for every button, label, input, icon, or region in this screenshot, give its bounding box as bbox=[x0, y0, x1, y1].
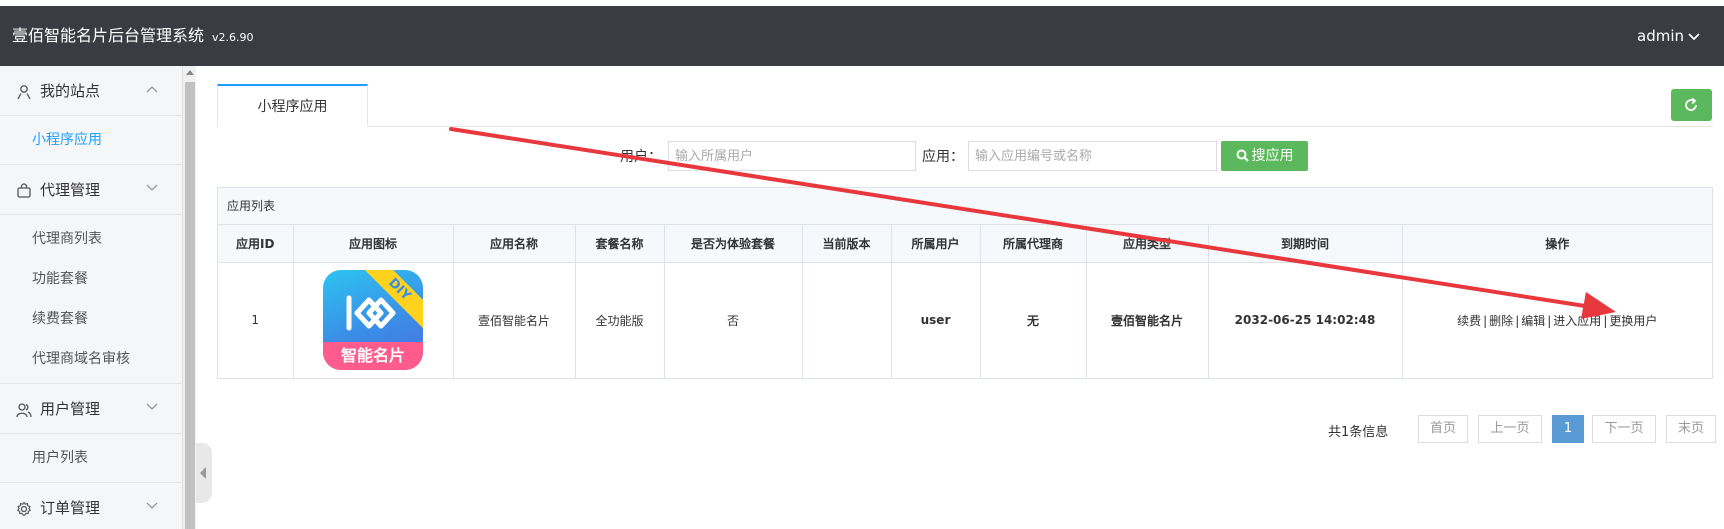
sidebar-item-agent-list[interactable]: 代理商列表 bbox=[0, 219, 182, 259]
search-icon bbox=[1236, 149, 1249, 162]
gear-icon bbox=[16, 501, 32, 516]
col-header: 所属代理商 bbox=[980, 225, 1087, 263]
app-logo-image: DIY 智能名片 bbox=[323, 270, 423, 371]
table-row: 1 DIY 智能名片 壹佰智能名片 全功能版 否 user 无 壹佰智能名片 2… bbox=[218, 262, 1712, 378]
chevron-down-icon bbox=[1688, 32, 1700, 40]
users-icon bbox=[16, 402, 32, 417]
delete-link[interactable]: 删除 bbox=[1489, 314, 1513, 328]
col-header: 应用名称 bbox=[453, 225, 576, 263]
username: admin bbox=[1637, 27, 1684, 45]
first-page-button[interactable]: 首页 bbox=[1418, 415, 1468, 443]
sidebar-scrollbar[interactable] bbox=[182, 66, 196, 529]
sidebar-group-user[interactable]: 用户管理 bbox=[0, 384, 182, 434]
sidebar-group-label: 用户管理 bbox=[40, 400, 101, 418]
col-header: 操作 bbox=[1402, 225, 1712, 263]
sidebar-sub-my-site: 小程序应用 bbox=[0, 116, 182, 165]
current-page-button[interactable]: 1 bbox=[1552, 415, 1584, 443]
cell-version bbox=[802, 262, 892, 378]
col-header: 所属用户 bbox=[891, 225, 981, 263]
refresh-button[interactable] bbox=[1671, 89, 1712, 121]
sidebar-group-label: 订单管理 bbox=[40, 499, 101, 517]
cell-app-type: 壹佰智能名片 bbox=[1086, 262, 1209, 378]
bag-icon bbox=[17, 182, 31, 198]
brand: 壹佰智能名片后台管理系统 v2.6.90 bbox=[12, 6, 254, 66]
sidebar-item-feature-package[interactable]: 功能套餐 bbox=[0, 259, 182, 299]
enter-app-link[interactable]: 进入应用 bbox=[1553, 314, 1601, 328]
cell-package: 全功能版 bbox=[575, 262, 665, 378]
sidebar-item-domain-review[interactable]: 代理商域名审核 bbox=[0, 339, 182, 379]
sidebar-sub-agent: 代理商列表 功能套餐 续费套餐 代理商域名审核 bbox=[0, 215, 182, 384]
col-header: 套餐名称 bbox=[575, 225, 665, 263]
tab-bar: 小程序应用 bbox=[217, 84, 1713, 127]
chevron-down-icon bbox=[146, 403, 158, 410]
search-button-label: 搜应用 bbox=[1251, 148, 1294, 164]
chevron-up-icon bbox=[146, 86, 158, 93]
chevron-down-icon bbox=[146, 502, 158, 509]
col-header: 应用ID bbox=[218, 225, 294, 263]
sidebar-group-my-site[interactable]: 我的站点 bbox=[0, 66, 182, 116]
col-header: 当前版本 bbox=[802, 225, 892, 263]
col-header: 到期时间 bbox=[1208, 225, 1403, 263]
cell-trial: 否 bbox=[664, 262, 803, 378]
app-list-panel: 应用列表 应用ID 应用图标 应用名称 套餐名称 是否为体验套餐 当前版本 所属… bbox=[217, 187, 1713, 379]
user-search-input[interactable] bbox=[668, 141, 916, 171]
renew-link[interactable]: 续费 bbox=[1457, 314, 1481, 328]
version-label: v2.6.90 bbox=[212, 31, 254, 44]
refresh-icon bbox=[1685, 97, 1697, 111]
tab-mini-app[interactable]: 小程序应用 bbox=[217, 84, 368, 127]
pagination-info: 共1条信息 bbox=[1328, 425, 1389, 440]
cell-agent: 无 bbox=[980, 262, 1087, 378]
sidebar-item-renewal-package[interactable]: 续费套餐 bbox=[0, 299, 182, 339]
next-page-button[interactable]: 下一页 bbox=[1592, 415, 1656, 443]
top-header: 壹佰智能名片后台管理系统 v2.6.90 admin bbox=[0, 6, 1724, 66]
sidebar-group-agent[interactable]: 代理管理 bbox=[0, 165, 182, 215]
sidebar: 我的站点 小程序应用 代理管理 代理商列表 功能套餐 续费套餐 代理商域名审核 … bbox=[0, 66, 182, 529]
user-filter-label: 用户： bbox=[620, 149, 662, 165]
col-header: 应用图标 bbox=[293, 225, 454, 263]
sidebar-item-user-list[interactable]: 用户列表 bbox=[0, 438, 182, 478]
cell-app-id: 1 bbox=[218, 262, 294, 378]
app-logo-mark-icon bbox=[346, 295, 396, 331]
user-icon bbox=[17, 84, 31, 99]
prev-page-button[interactable]: 上一页 bbox=[1478, 415, 1542, 443]
change-user-link[interactable]: 更换用户 bbox=[1609, 314, 1657, 328]
user-menu[interactable]: admin bbox=[1637, 6, 1700, 66]
search-app-button[interactable]: 搜应用 bbox=[1221, 141, 1308, 171]
sidebar-item-mini-app[interactable]: 小程序应用 bbox=[0, 120, 182, 160]
cell-actions: 续费 | 删除 | 编辑 | 进入应用 | 更换用户 bbox=[1457, 313, 1658, 328]
last-page-button[interactable]: 末页 bbox=[1666, 415, 1716, 443]
cell-app-name: 壹佰智能名片 bbox=[453, 262, 576, 378]
cell-app-icon: DIY 智能名片 bbox=[293, 262, 454, 378]
app-filter-label: 应用： bbox=[922, 149, 964, 165]
cell-expire-time: 2032-06-25 14:02:48 bbox=[1208, 262, 1403, 378]
panel-title: 应用列表 bbox=[218, 188, 1712, 225]
system-title: 壹佰智能名片后台管理系统 bbox=[12, 26, 205, 45]
app-logo-caption: 智能名片 bbox=[323, 342, 423, 371]
app-search-input[interactable] bbox=[968, 141, 1217, 171]
app-table: 应用ID 应用图标 应用名称 套餐名称 是否为体验套餐 当前版本 所属用户 所属… bbox=[218, 225, 1712, 378]
sidebar-group-label: 我的站点 bbox=[40, 82, 101, 100]
scroll-up-arrow-icon[interactable] bbox=[186, 70, 194, 75]
sidebar-sub-user: 用户列表 bbox=[0, 434, 182, 483]
scrollbar-thumb[interactable] bbox=[185, 82, 195, 529]
col-header: 是否为体验套餐 bbox=[664, 225, 803, 263]
sidebar-collapse-handle[interactable] bbox=[196, 443, 212, 503]
col-header: 应用类型 bbox=[1086, 225, 1209, 263]
sidebar-group-label: 代理管理 bbox=[40, 181, 101, 199]
cell-user: user bbox=[891, 262, 981, 378]
chevron-down-icon bbox=[146, 184, 158, 191]
edit-link[interactable]: 编辑 bbox=[1521, 314, 1545, 328]
table-header-row: 应用ID 应用图标 应用名称 套餐名称 是否为体验套餐 当前版本 所属用户 所属… bbox=[218, 225, 1712, 263]
sidebar-group-order[interactable]: 订单管理 bbox=[0, 483, 182, 529]
